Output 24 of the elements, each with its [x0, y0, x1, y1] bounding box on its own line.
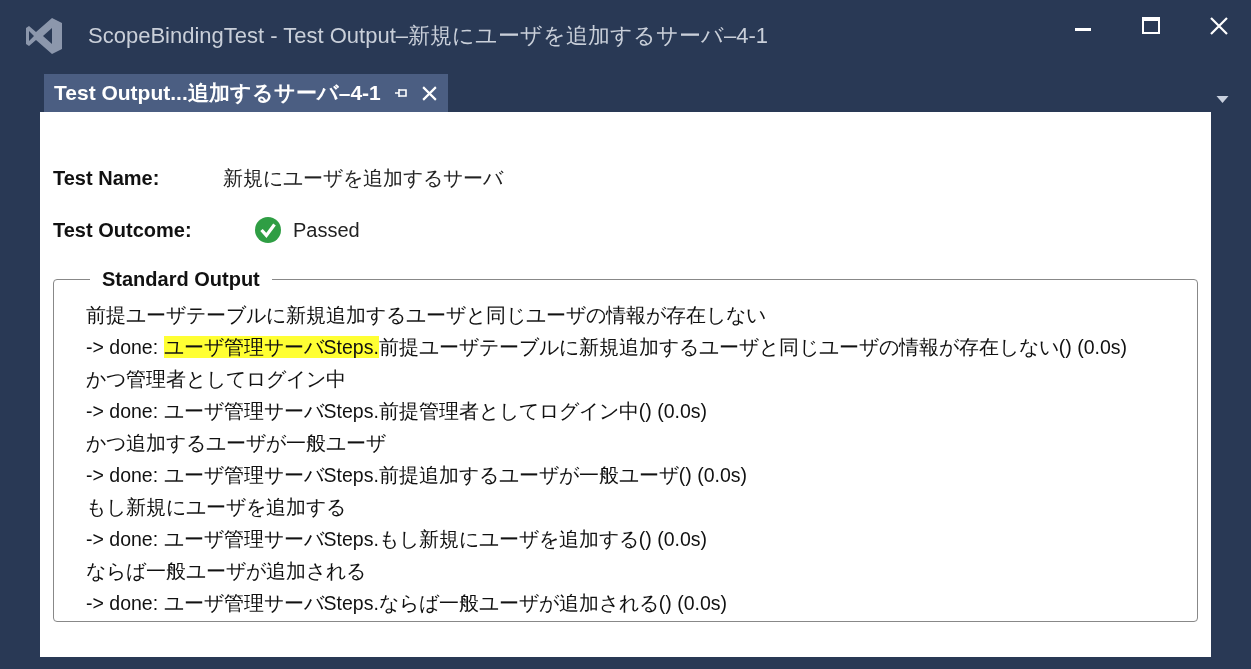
maximize-icon[interactable]: [1141, 16, 1161, 36]
output-line: かつ追加するユーザが一般ユーザ: [86, 431, 387, 456]
outcome-value: Passed: [293, 218, 360, 242]
tab-label[interactable]: Test Output...追加するサーバ–4-1: [54, 79, 381, 107]
output-line: -> done: ユーザ管理サーバSteps.前提ユーザテーブルに新規追加するユーザと同じユーザの情報が存在しない() (0.0s): [86, 335, 1129, 360]
app-logo-icon: [24, 16, 64, 56]
output-line: かつ管理者としてログイン中: [86, 367, 347, 392]
output-line: -> done: ユーザ管理サーバSteps.ならば一般ユーザが追加される() (0.0s): [86, 591, 729, 616]
output-line: 前提ユーザテーブルに新規追加するユーザと同じユーザの情報が存在しない: [86, 303, 767, 328]
output-line: -> done: ユーザ管理サーバSteps.もし新規にユーザを追加する() (0.0s): [86, 527, 709, 552]
output-line: -> done: ユーザ管理サーバSteps.前提管理者としてログイン中() (0.0s): [86, 399, 709, 424]
document-tab[interactable]: Test Output...追加するサーバ–4-1: [44, 74, 448, 112]
check-circle-icon: [255, 217, 281, 243]
close-icon[interactable]: [420, 84, 438, 102]
field-value: 新規にユーザを追加するサーバ: [223, 165, 503, 191]
close-icon[interactable]: [1209, 16, 1229, 36]
output-line: もし新規にユーザを追加する: [86, 495, 347, 520]
field-label: Test Name:: [53, 166, 161, 190]
panel-title: Standard Output: [101, 268, 261, 291]
field-label: Test Outcome:: [53, 218, 193, 242]
output-line: -> done: ユーザ管理サーバSteps.前提追加するユーザが一般ユーザ() (0.0s): [86, 463, 749, 488]
window-title: ScopeBindingTest - Test Output–新規にユーザを追加するサーバ–4-1: [88, 22, 770, 50]
output-line: ならば一般ユーザが追加される: [86, 559, 367, 584]
dropdown-caret-icon[interactable]: [1216, 96, 1229, 104]
